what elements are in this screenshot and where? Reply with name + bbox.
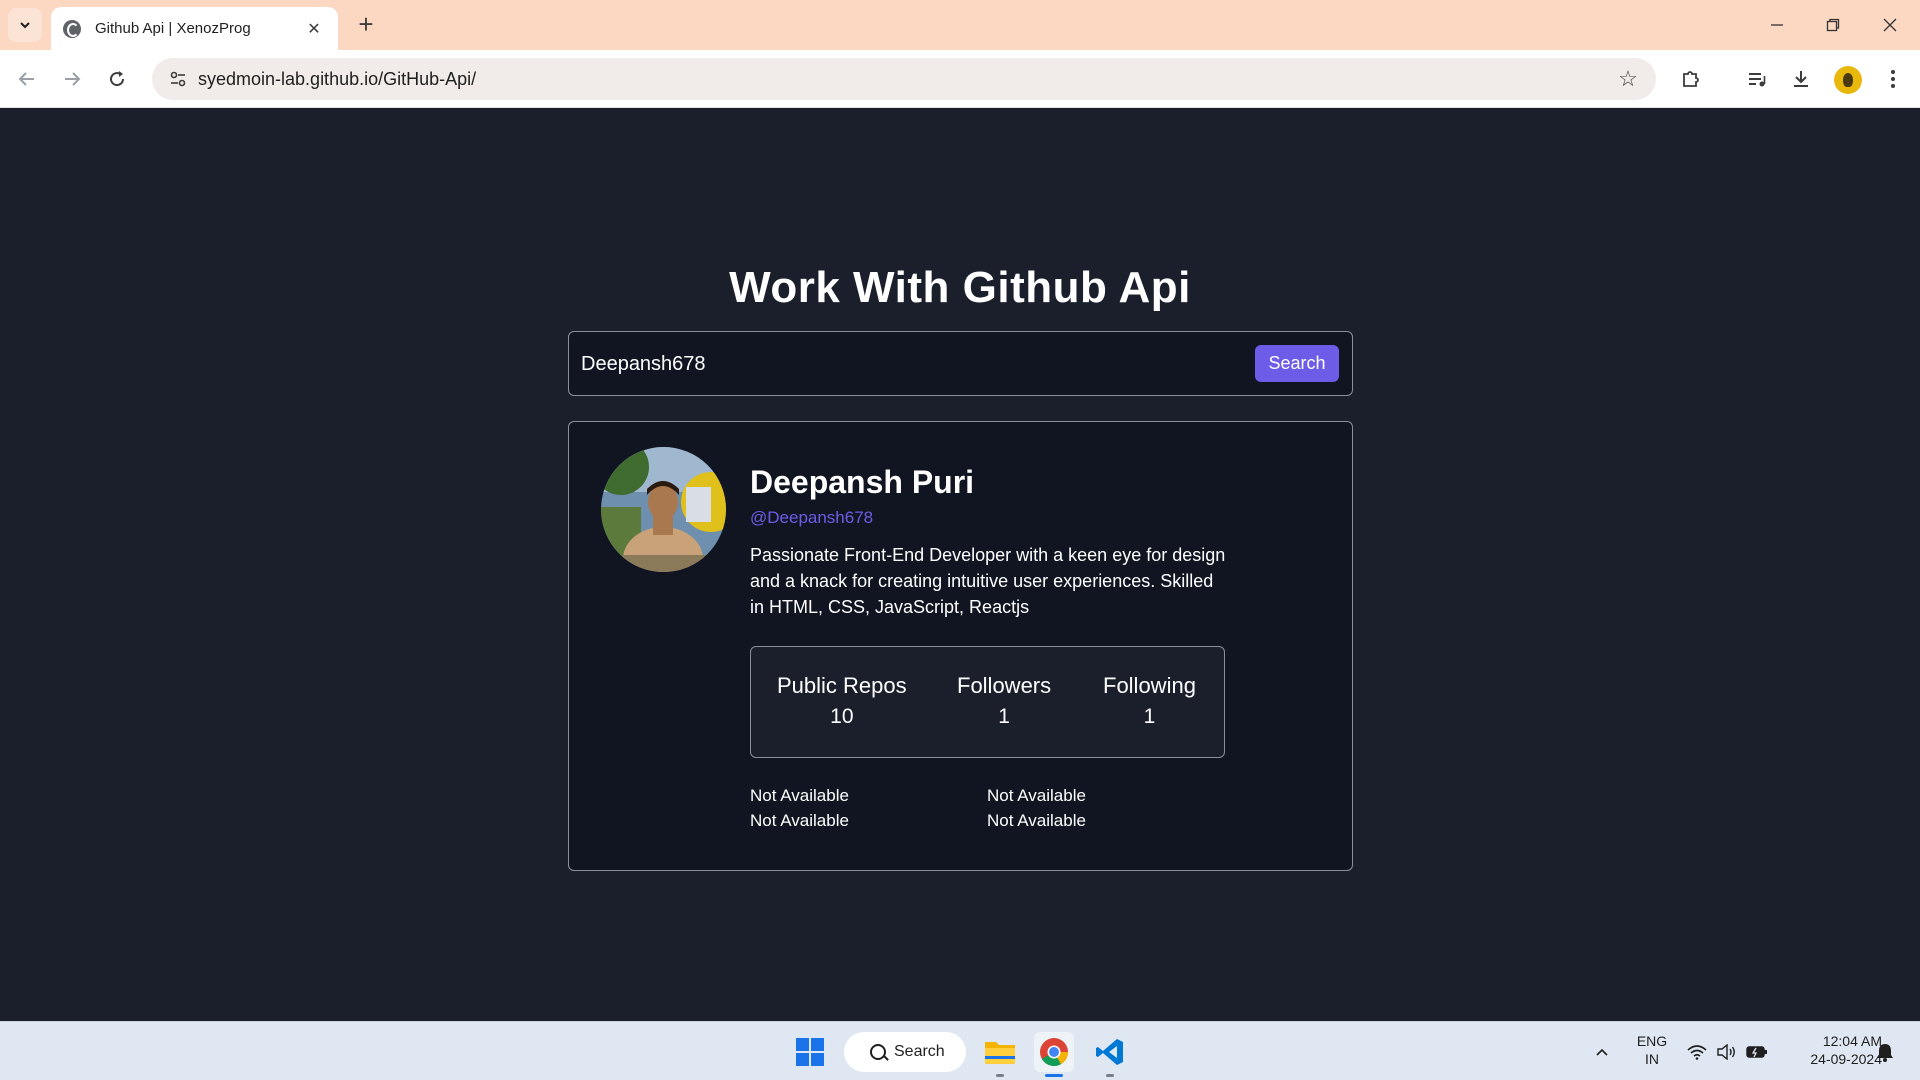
profile-bio: Passionate Front-End Developer with a ke…: [750, 545, 1226, 617]
page-title: Work With Github Api: [729, 263, 1191, 312]
restore-window-icon[interactable]: [1816, 8, 1850, 42]
notification-bell-icon[interactable]: [1873, 1040, 1897, 1064]
stat-value: 10: [830, 705, 854, 728]
search-button[interactable]: Search: [1255, 345, 1339, 382]
windows-taskbar: Search ENG IN 12:04 AM 24-09-2024: [0, 1021, 1920, 1080]
profile-name: Deepansh Puri: [750, 464, 975, 500]
tab-search-button[interactable]: [8, 8, 42, 42]
profile-website: Not Available: [987, 786, 1086, 805]
reload-icon[interactable]: [100, 62, 134, 96]
stat-public-repos: Public Repos 10: [777, 673, 907, 729]
more-menu-icon[interactable]: [1876, 62, 1910, 96]
search-icon: [870, 1044, 886, 1060]
back-arrow-icon[interactable]: [10, 62, 44, 96]
profile-company: Not Available: [987, 811, 1086, 830]
site-settings-icon[interactable]: [158, 58, 198, 100]
taskbar-search-label: Search: [894, 1043, 945, 1060]
bookmark-star-icon[interactable]: ☆: [1608, 59, 1648, 99]
username-search-input[interactable]: [581, 342, 1221, 386]
taskbar-search-button[interactable]: Search: [844, 1032, 966, 1072]
close-window-icon[interactable]: [1873, 8, 1907, 42]
stat-label: Following: [1103, 673, 1196, 698]
wifi-icon[interactable]: [1685, 1040, 1709, 1064]
vscode-icon[interactable]: [1090, 1032, 1130, 1077]
battery-icon[interactable]: [1745, 1040, 1769, 1064]
browser-tab-active[interactable]: Github Api | XenozProg ✕: [51, 7, 338, 50]
url-text[interactable]: syedmoin-lab.github.io/GitHub-Api/: [198, 69, 1608, 90]
browser-toolbar: syedmoin-lab.github.io/GitHub-Api/ ☆: [0, 50, 1920, 108]
new-tab-button[interactable]: +: [352, 10, 380, 38]
forward-arrow-icon[interactable]: [55, 62, 89, 96]
stat-value: 1: [998, 705, 1010, 728]
stat-label: Followers: [957, 673, 1052, 698]
profile-avatar-icon[interactable]: [1834, 66, 1862, 94]
show-hidden-icons-chevron-icon[interactable]: [1590, 1040, 1614, 1064]
media-controls-icon[interactable]: [1740, 62, 1774, 96]
tab-title: Github Api | XenozProg: [95, 20, 251, 37]
language-indicator[interactable]: ENG IN: [1632, 1032, 1672, 1068]
globe-icon: [63, 19, 81, 38]
stat-followers: Followers 1: [957, 673, 1051, 729]
stat-value: 1: [1143, 705, 1156, 728]
app-active-indicator: [1045, 1074, 1063, 1077]
address-bar[interactable]: syedmoin-lab.github.io/GitHub-Api/ ☆: [152, 58, 1656, 100]
chevron-down-icon: [20, 22, 30, 29]
search-form: Search: [568, 331, 1353, 396]
minimize-window-icon[interactable]: [1760, 8, 1794, 42]
profile-card: Deepansh Puri @Deepansh678 Passionate Fr…: [568, 421, 1353, 871]
volume-icon[interactable]: [1715, 1040, 1739, 1064]
language-code: ENG: [1636, 1033, 1668, 1049]
close-tab-icon[interactable]: ✕: [302, 17, 326, 41]
page-body: Work With Github Api Search Deepansh Pur…: [0, 109, 1920, 1021]
file-explorer-icon[interactable]: [980, 1032, 1020, 1077]
profile-handle-link[interactable]: @Deepansh678: [750, 508, 873, 528]
browser-tab-bar: Github Api | XenozProg ✕ +: [0, 0, 1920, 50]
windows-start-icon[interactable]: [790, 1032, 830, 1072]
stat-following: Following 1: [1103, 673, 1196, 729]
profile-stats: Public Repos 10 Followers 1 Following 1: [750, 646, 1225, 758]
app-running-indicator: [996, 1074, 1004, 1077]
chrome-icon[interactable]: [1034, 1032, 1074, 1077]
profile-twitter: Not Available: [750, 811, 849, 830]
stat-label: Public Repos: [777, 673, 907, 698]
clock-date: 24-09-2024: [1810, 1051, 1882, 1067]
download-icon[interactable]: [1784, 62, 1818, 96]
user-avatar: [601, 447, 726, 572]
clock[interactable]: 12:04 AM 24-09-2024: [1778, 1032, 1882, 1068]
profile-location: Not Available: [750, 786, 849, 805]
extensions-puzzle-icon[interactable]: [1674, 62, 1708, 96]
app-running-indicator: [1106, 1074, 1114, 1077]
region-code: IN: [1645, 1051, 1659, 1067]
